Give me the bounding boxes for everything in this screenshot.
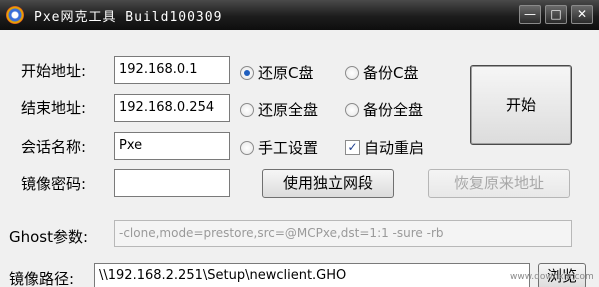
backup-all-radio[interactable]: 备份全盘 [345,99,423,120]
restore-all-radio[interactable]: 还原全盘 [240,99,318,120]
checkmark-icon: ✓ [345,140,360,155]
image-password-input[interactable] [114,169,230,197]
ghost-params-label: Ghost参数: [9,228,89,246]
watermark-text: www.downxia.com [510,272,594,282]
session-name-input[interactable]: Pxe [114,132,230,160]
window-title: Pxe网克工具 Build100309 [34,10,223,25]
restore-address-button[interactable]: 恢复原来地址 [428,169,570,198]
app-icon [6,6,24,24]
image-password-label: 镜像密码: [21,175,87,193]
manual-radio[interactable]: 手工设置 [240,137,318,158]
restore-all-label: 还原全盘 [258,101,319,119]
minimize-button[interactable]: — [519,5,541,24]
manual-label: 手工设置 [258,139,319,157]
app-window: Pxe网克工具 Build100309 — □ ✕ 开始地址: 192.168.… [0,0,599,287]
use-separate-segment-button[interactable]: 使用独立网段 [262,169,394,198]
title-bar: Pxe网克工具 Build100309 — □ ✕ [0,0,599,30]
restore-c-label: 还原C盘 [258,64,314,82]
end-address-label: 结束地址: [21,99,87,117]
radio-icon [345,65,359,80]
backup-all-label: 备份全盘 [363,101,424,119]
radio-icon [240,65,254,80]
auto-restart-label: 自动重启 [364,139,425,157]
end-address-input[interactable]: 192.168.0.254 [114,94,230,122]
start-address-input[interactable]: 192.168.0.1 [114,56,230,84]
radio-icon [240,102,254,117]
backup-c-label: 备份C盘 [363,64,419,82]
image-path-input[interactable]: \\192.168.2.251\Setup\newclient.GHO [94,263,530,287]
start-address-label: 开始地址: [21,62,87,80]
session-name-label: 会话名称: [21,138,87,156]
radio-icon [240,140,254,155]
maximize-button[interactable]: □ [545,5,567,24]
radio-icon [345,102,359,117]
close-button[interactable]: ✕ [571,5,593,24]
image-path-label: 镜像路径: [9,270,75,287]
auto-restart-checkbox[interactable]: ✓ 自动重启 [345,137,424,158]
start-button[interactable]: 开始 [470,65,572,145]
ghost-params-input[interactable]: -clone,mode=prestore,src=@MCPxe,dst=1:1 … [114,220,572,247]
restore-c-radio[interactable]: 还原C盘 [240,62,313,83]
backup-c-radio[interactable]: 备份C盘 [345,62,418,83]
